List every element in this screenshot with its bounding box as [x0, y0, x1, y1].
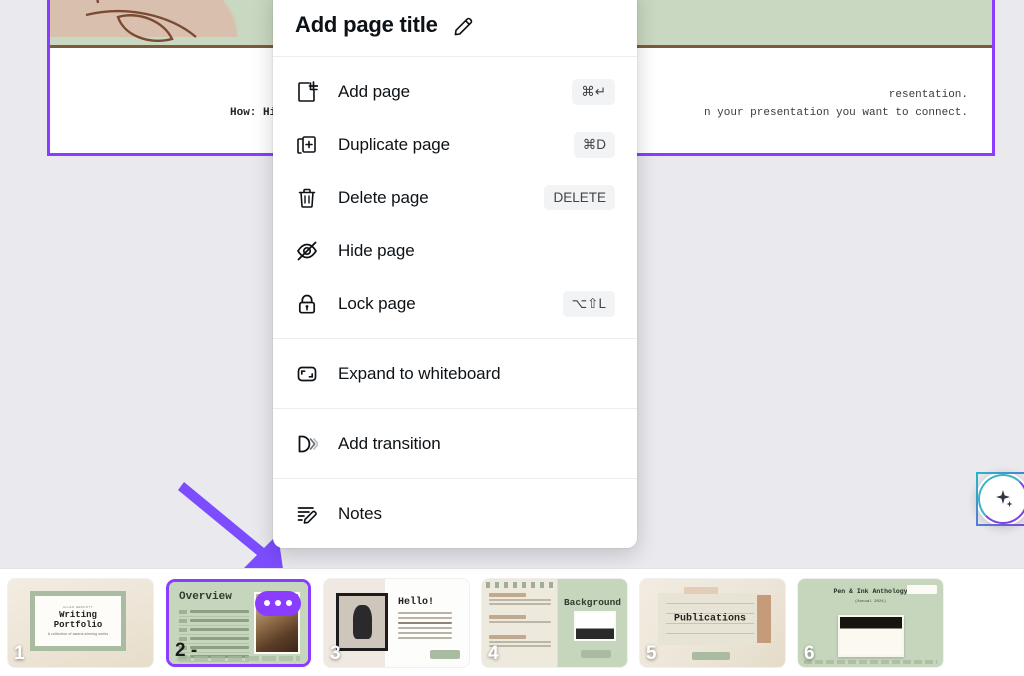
menu-header: Add page title — [273, 0, 637, 57]
menu-item-shortcut: ⌘↵ — [572, 78, 615, 105]
transition-icon — [295, 432, 319, 456]
thumb-page-number: 1 — [14, 642, 25, 664]
lock-icon — [295, 292, 319, 316]
thumb-page-number: 6 — [804, 642, 815, 664]
menu-section-whiteboard: Expand to whiteboard — [273, 338, 637, 408]
menu-item-add-transition[interactable]: Add transition — [273, 417, 637, 470]
menu-item-label: Add page — [338, 81, 410, 101]
leaf-branch-icon — [85, 0, 197, 42]
thumb-photo — [837, 614, 904, 657]
thumb-title: Overview — [179, 590, 232, 603]
menu-item-expand-to-whiteboard[interactable]: Expand to whiteboard — [273, 347, 637, 400]
canva-editor-screen: 12 Contact CMVFILLM How: Highlight te re… — [0, 0, 1024, 676]
ai-gradient-ring — [978, 474, 1024, 524]
thumb-title: Hello! — [398, 596, 435, 608]
thumbnail-page-5[interactable]: Publications 5 — [640, 578, 785, 667]
thumb-button-shape — [430, 649, 460, 659]
thumb-footer-strip — [804, 659, 937, 664]
dot — [275, 600, 281, 606]
thumb-subtitle: (Annual 2024) — [854, 600, 887, 605]
duplicate-page-icon — [295, 133, 319, 157]
thumbnail-page-2[interactable]: Overview 2 - — [166, 578, 311, 667]
trash-icon — [295, 186, 319, 210]
thumb-tape-shape — [684, 586, 718, 594]
add-page-icon — [295, 80, 319, 104]
thumb-button-shape — [692, 651, 730, 660]
thumb-spiral-binding — [486, 581, 558, 588]
menu-item-label: Lock page — [338, 293, 416, 313]
page-title-label: Add page title — [295, 12, 438, 37]
thumbnail-page-3[interactable]: Hello! 3 — [324, 578, 469, 667]
slide-footer-right-1: resentation. — [888, 89, 968, 101]
thumb-page-number: 5 — [646, 642, 657, 664]
thumb-photo-frame — [336, 592, 388, 651]
thumb-title: Background — [563, 596, 621, 608]
thumb-photo — [574, 610, 616, 641]
menu-item-hide-page[interactable]: Hide page — [273, 224, 637, 277]
menu-item-delete-page[interactable]: Delete page DELETE — [273, 171, 637, 224]
magic-ai-button[interactable] — [976, 472, 1024, 526]
menu-section-transition: Add transition — [273, 408, 637, 478]
menu-item-notes[interactable]: Notes — [273, 487, 637, 540]
menu-item-label: Delete page — [338, 187, 429, 207]
menu-item-label: Hide page — [338, 240, 415, 260]
menu-item-label: Notes — [338, 503, 382, 523]
dot — [286, 600, 292, 606]
slide-footer-right-2: n your presentation you want to connect. — [703, 107, 968, 119]
menu-item-label: Add transition — [338, 433, 441, 453]
dot — [264, 600, 270, 606]
menu-section-page-actions: Add page ⌘↵ Duplicate page ⌘D Delete pag… — [273, 57, 637, 338]
thumbnail-page-6[interactable]: Pen & Ink Anthology (Annual 2024) 6 — [798, 578, 943, 667]
page-thumbnail-strip[interactable]: ALLEN HERCOTT Writing Portfolio A collec… — [0, 568, 1024, 676]
thumb-page-number: 3 — [330, 642, 341, 664]
thumb-page-number: 2 - — [175, 639, 198, 661]
menu-item-shortcut: ⌥⇧L — [562, 290, 615, 317]
thumb-text-block — [489, 592, 551, 607]
menu-item-shortcut: DELETE — [544, 185, 615, 210]
menu-item-label: Expand to whiteboard — [338, 363, 501, 383]
thumbnail-page-1[interactable]: ALLEN HERCOTT Writing Portfolio A collec… — [8, 578, 153, 667]
menu-section-notes: Notes — [273, 478, 637, 548]
thumb-subtitle: A collection of award-winning works — [47, 631, 109, 636]
page-context-menu[interactable]: Add page title Add page ⌘↵ Duplicate pag… — [273, 0, 637, 548]
eye-slash-icon — [295, 239, 319, 263]
thumb-chip-shape — [907, 584, 937, 594]
menu-item-shortcut: ⌘D — [573, 131, 615, 158]
thumb-text-block — [489, 614, 551, 625]
thumb-title: Publications — [673, 613, 747, 624]
expand-whiteboard-icon — [295, 362, 319, 386]
thumb-title: Writing Portfolio — [53, 610, 103, 630]
menu-item-lock-page[interactable]: Lock page ⌥⇧L — [273, 277, 637, 330]
thumb-page-number: 4 — [488, 642, 499, 664]
menu-item-label: Duplicate page — [338, 134, 451, 154]
pencil-icon[interactable] — [452, 13, 476, 37]
thumb-side-shape — [757, 594, 771, 643]
menu-item-duplicate-page[interactable]: Duplicate page ⌘D — [273, 118, 637, 171]
thumb-kicker: ALLEN HERCOTT — [62, 605, 94, 610]
thumb-card: Publications — [658, 592, 762, 645]
thumb-button-shape — [581, 649, 611, 658]
page-options-button[interactable] — [255, 590, 301, 616]
notes-icon — [295, 502, 319, 526]
thumb-text-lines — [398, 611, 452, 642]
menu-item-add-page[interactable]: Add page ⌘↵ — [273, 65, 637, 118]
thumbnail-page-4[interactable]: Background 4 — [482, 578, 627, 667]
thumb-card: ALLEN HERCOTT Writing Portfolio A collec… — [30, 590, 126, 651]
